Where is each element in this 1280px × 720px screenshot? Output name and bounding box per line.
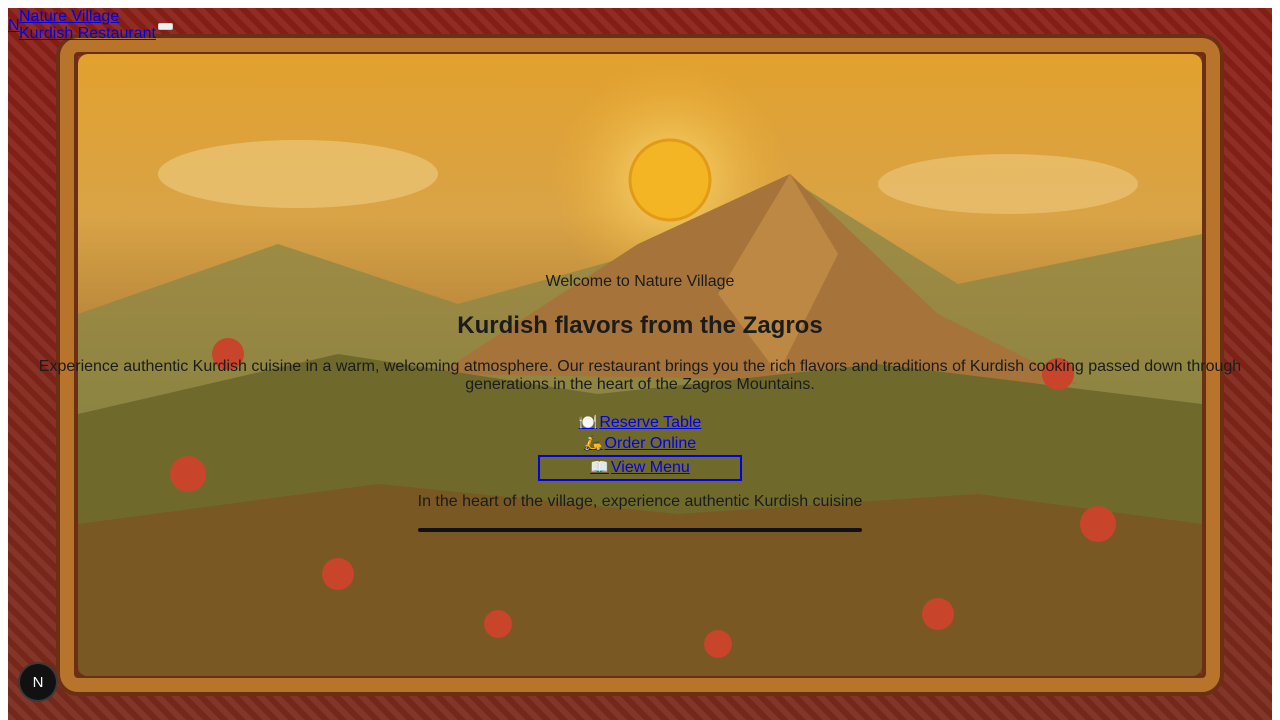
view-menu-label: View Menu <box>610 459 690 476</box>
flower <box>922 598 954 630</box>
hero-actions: 🍽️ Reserve Table 🛵 Order Online 📖 View Menu <box>8 412 1272 481</box>
cloud <box>158 140 438 208</box>
order-online-label: Order Online <box>604 435 697 452</box>
floating-avatar-button[interactable]: N <box>20 664 56 700</box>
view-menu-button[interactable]: 📖 View Menu <box>538 455 742 481</box>
hero-description: Experience authentic Kurdish cuisine in … <box>38 358 1242 393</box>
foreground-field <box>78 484 1202 676</box>
brand-subtitle-link[interactable]: Kurdish Restaurant <box>19 25 156 42</box>
reserve-table-link[interactable]: 🍽️ Reserve Table <box>8 412 1272 433</box>
sun-icon <box>628 138 712 222</box>
dining-icon: 🍽️ <box>578 414 598 431</box>
flower <box>484 610 512 638</box>
flower <box>1080 506 1116 542</box>
logo-link[interactable]: N <box>8 17 20 34</box>
order-online-link[interactable]: 🛵 Order Online <box>8 433 1272 454</box>
flower <box>322 558 354 590</box>
reserve-table-label: Reserve Table <box>599 414 702 431</box>
flower <box>704 630 732 658</box>
book-icon: 📖 <box>590 459 609 476</box>
avatar-letter: N <box>32 673 44 691</box>
scooter-icon: 🛵 <box>583 435 603 452</box>
hero-tagline: In the heart of the village, experience … <box>417 493 863 510</box>
tagline-divider <box>418 528 862 532</box>
welcome-text: Welcome to Nature Village <box>545 273 735 290</box>
menu-toggle-button[interactable] <box>158 23 173 30</box>
cloud <box>878 154 1138 214</box>
brand-name-link[interactable]: Nature Village <box>19 8 119 25</box>
page-title: Kurdish flavors from the Zagros <box>457 312 823 339</box>
